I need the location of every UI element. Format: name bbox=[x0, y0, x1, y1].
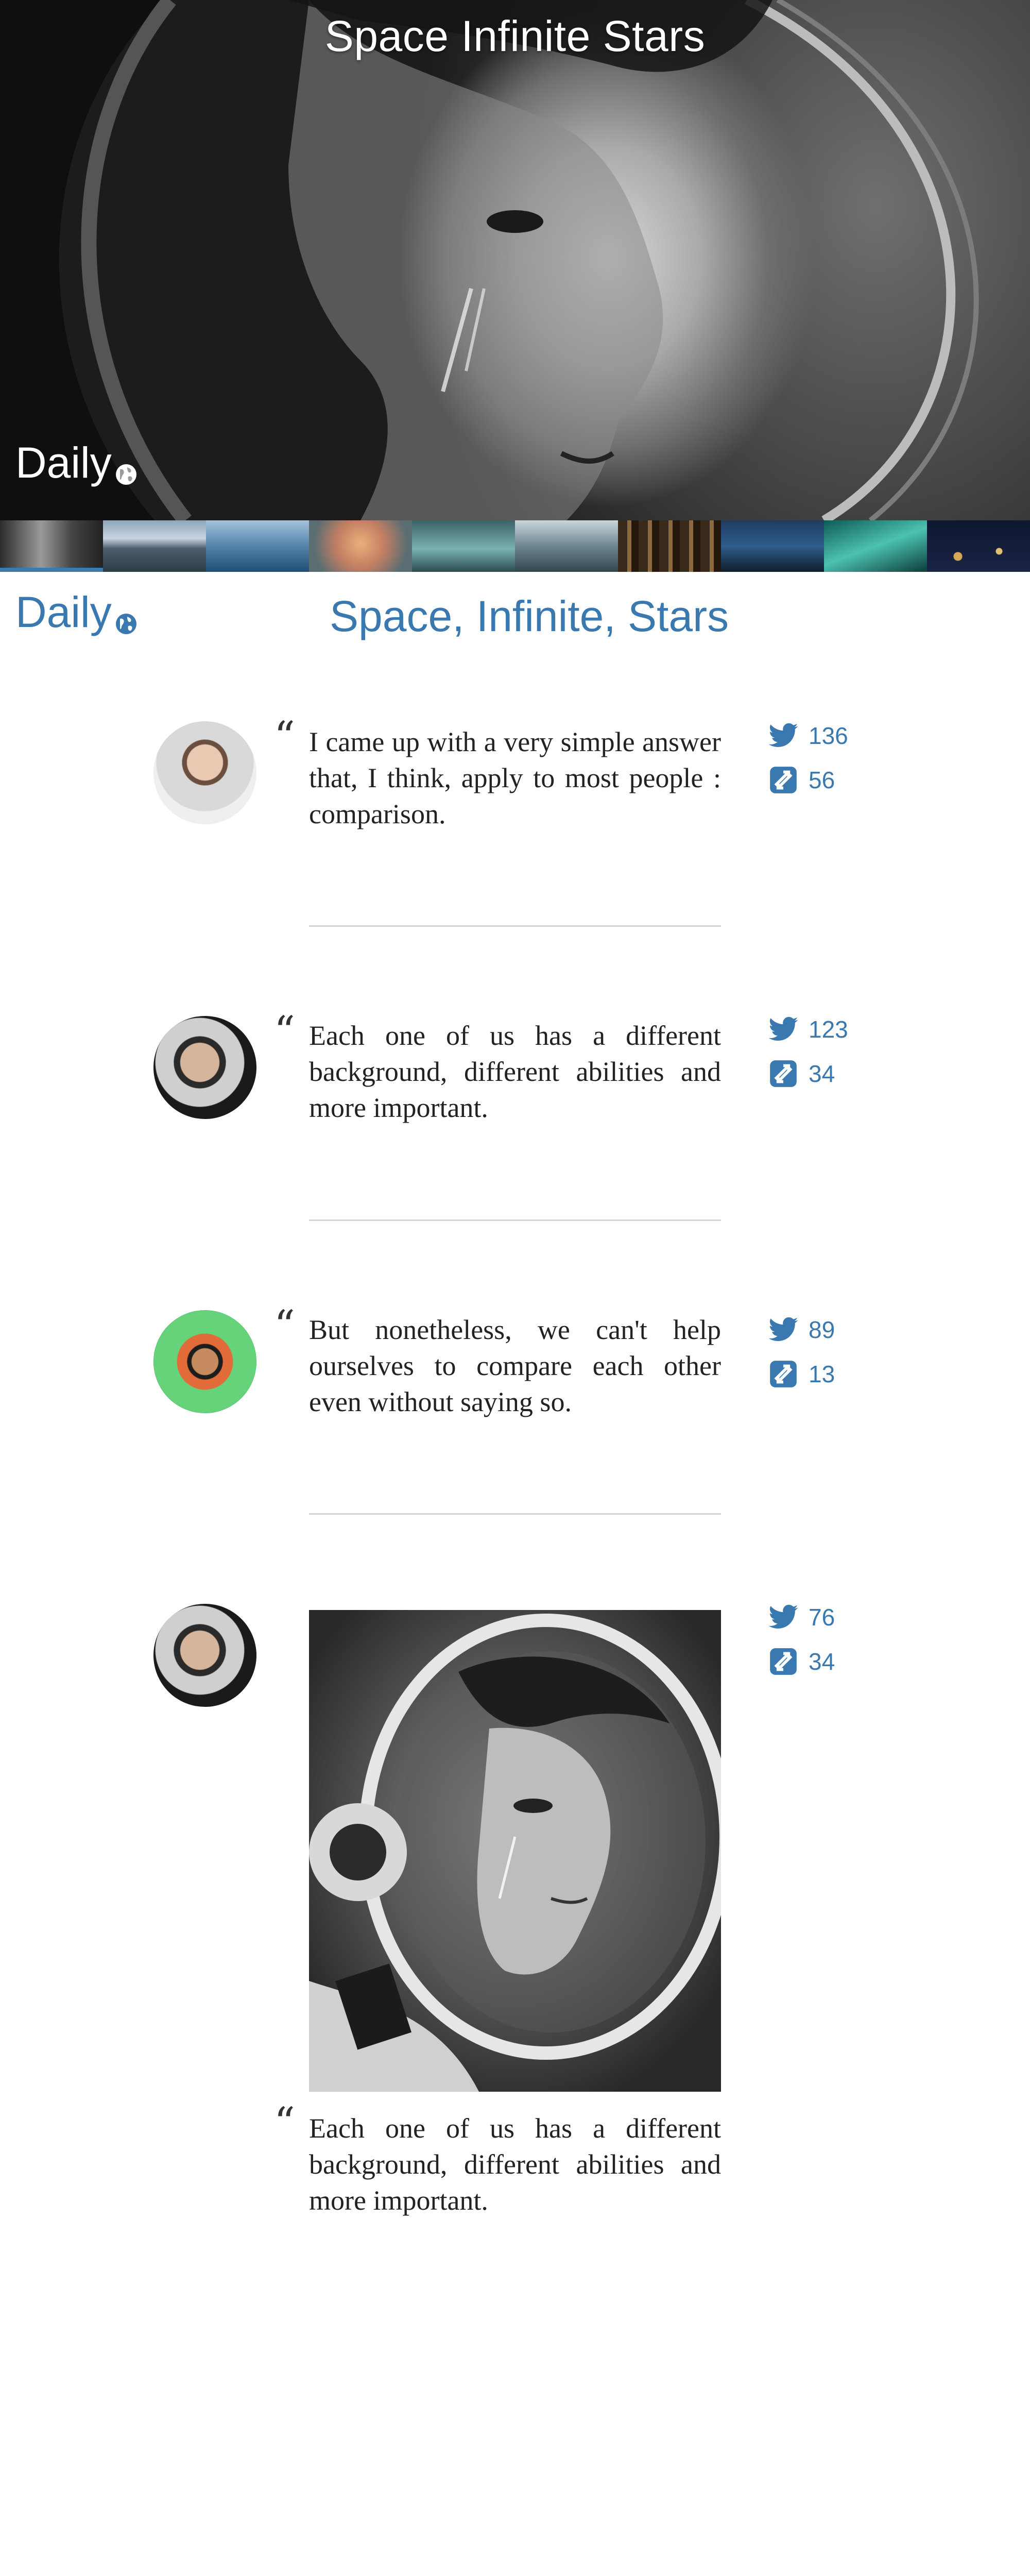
tweet-count-value: 123 bbox=[809, 1016, 848, 1043]
thumbnail-astronaut[interactable] bbox=[0, 520, 103, 572]
quote-mark: “ bbox=[274, 1301, 295, 1349]
thumbnail-city-night[interactable] bbox=[618, 520, 721, 572]
twitter-icon bbox=[768, 1317, 798, 1341]
globe-icon bbox=[115, 614, 136, 634]
section-title: Space, Infinite, Stars bbox=[330, 592, 729, 640]
post-stats: 123 34 bbox=[767, 1007, 848, 1096]
retweet-icon bbox=[770, 1060, 797, 1087]
brand-logo[interactable]: Daily bbox=[15, 587, 138, 637]
globe-icon bbox=[115, 464, 136, 485]
quote-mark: “ bbox=[274, 1007, 295, 1055]
astronaut-photo bbox=[309, 1610, 721, 2092]
quote-text: Each one of us has a different backgroun… bbox=[309, 1020, 721, 1123]
quote-text: But nonetheless, we can't help ourselves… bbox=[309, 1314, 721, 1417]
post-stats: 76 34 bbox=[767, 1595, 835, 1684]
thumbnail-rocky-shore[interactable] bbox=[515, 520, 618, 572]
quote-text: I came up with a very simple answer that… bbox=[309, 726, 721, 829]
tweet-count[interactable]: 123 bbox=[767, 1007, 848, 1052]
post-image-astronaut[interactable] bbox=[309, 1610, 721, 2092]
twitter-icon bbox=[768, 723, 798, 747]
retweet-count-value: 34 bbox=[809, 1648, 835, 1675]
post-stats: 89 13 bbox=[767, 1308, 835, 1396]
retweet-count-value: 34 bbox=[809, 1060, 835, 1087]
quote-mark: “ bbox=[274, 713, 295, 760]
quote-mark: “ bbox=[274, 2098, 295, 2146]
retweet-icon bbox=[770, 1361, 797, 1387]
retweet-count[interactable]: 56 bbox=[767, 758, 848, 802]
divider bbox=[309, 925, 721, 927]
retweet-count[interactable]: 34 bbox=[767, 1639, 835, 1684]
thumbnail-ocean[interactable] bbox=[206, 520, 309, 572]
thumbnail-strip bbox=[0, 520, 1030, 572]
hero-banner: Space Infinite Stars Daily bbox=[0, 0, 1030, 520]
avatar[interactable] bbox=[153, 1310, 256, 1413]
quote-text: Each one of us has a different backgroun… bbox=[309, 2113, 721, 2216]
thumbnail-bokeh-lights[interactable] bbox=[927, 520, 1030, 572]
post-stats: 136 56 bbox=[767, 714, 848, 802]
thumbnail-harbor[interactable] bbox=[721, 520, 824, 572]
thumbnail-teal-coast[interactable] bbox=[412, 520, 515, 572]
tweet-count[interactable]: 136 bbox=[767, 714, 848, 758]
tweet-count-value: 136 bbox=[809, 722, 848, 749]
retweet-count[interactable]: 34 bbox=[767, 1052, 848, 1096]
retweet-icon bbox=[770, 767, 797, 793]
retweet-count[interactable]: 13 bbox=[767, 1352, 835, 1396]
avatar[interactable] bbox=[153, 1016, 256, 1119]
divider bbox=[309, 1219, 721, 1221]
hero-title: Space Infinite Stars bbox=[324, 12, 706, 60]
hero-brand-label: Daily bbox=[15, 438, 112, 487]
avatar[interactable] bbox=[153, 721, 256, 824]
retweet-count-value: 56 bbox=[809, 767, 835, 793]
twitter-icon bbox=[768, 1604, 798, 1629]
avatar[interactable] bbox=[153, 1604, 256, 1707]
thumbnail-mountain-lake[interactable] bbox=[103, 520, 206, 572]
tweet-count[interactable]: 76 bbox=[767, 1595, 835, 1639]
divider bbox=[309, 1513, 721, 1515]
thumbnail-wave[interactable] bbox=[824, 520, 927, 572]
hero-brand-logo[interactable]: Daily bbox=[15, 438, 138, 488]
tweet-count-value: 76 bbox=[809, 1604, 835, 1631]
thumbnail-sunset-blur[interactable] bbox=[309, 520, 412, 572]
brand-label: Daily bbox=[15, 588, 112, 636]
tweet-count-value: 89 bbox=[809, 1316, 835, 1343]
twitter-icon bbox=[768, 1016, 798, 1041]
hero-astronaut-image bbox=[0, 0, 979, 520]
retweet-icon bbox=[770, 1648, 797, 1675]
retweet-count-value: 13 bbox=[809, 1361, 835, 1387]
tweet-count[interactable]: 89 bbox=[767, 1308, 835, 1352]
